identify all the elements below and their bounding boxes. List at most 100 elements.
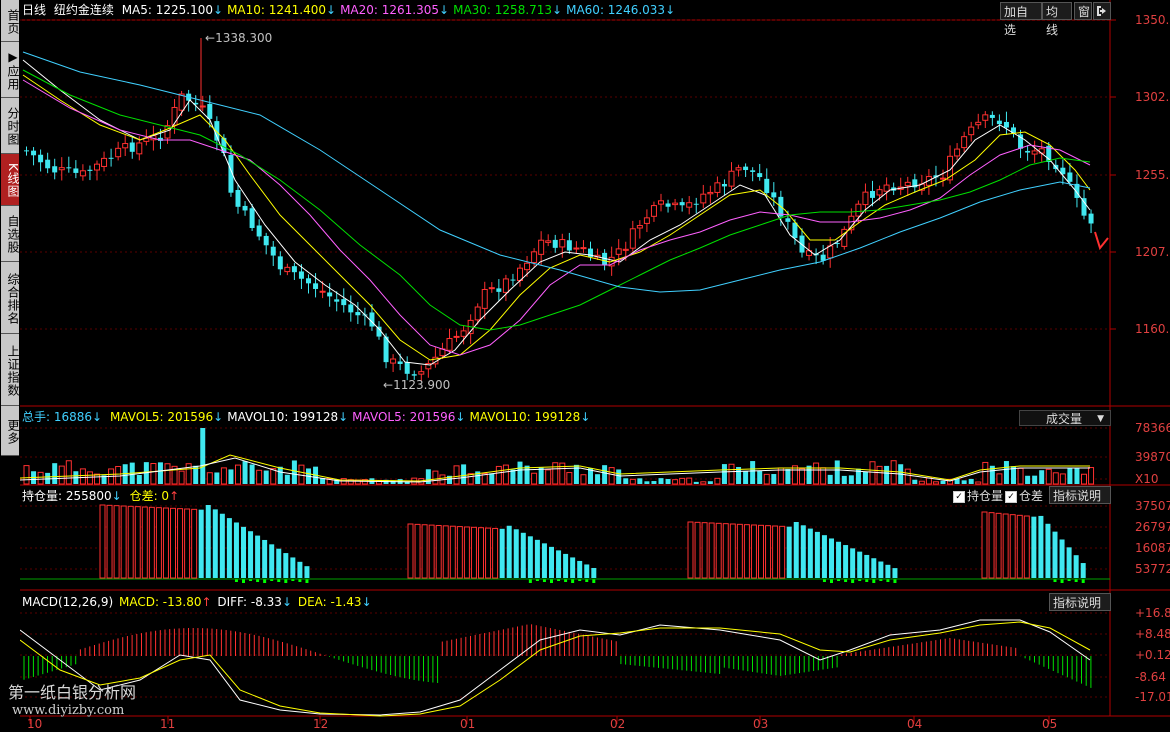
last-bar-arrow-icon bbox=[1094, 231, 1109, 251]
oi-bar bbox=[885, 564, 891, 578]
ma-legend-item: MA10: 1241.400 bbox=[227, 3, 327, 17]
axis-label: -17.01 bbox=[1135, 690, 1170, 704]
volume-bar bbox=[580, 474, 587, 485]
candle-body bbox=[510, 279, 516, 281]
oi-bar bbox=[485, 527, 492, 579]
sidebar-tab-5[interactable]: 综合排名 bbox=[1, 262, 20, 334]
oi-bar bbox=[141, 506, 148, 579]
oi-bar bbox=[290, 557, 296, 578]
oi-bar bbox=[113, 505, 120, 579]
candle-body bbox=[636, 225, 643, 229]
candle-body bbox=[319, 290, 326, 293]
oi-bar bbox=[520, 532, 526, 578]
volume-bar bbox=[707, 481, 713, 484]
oi-bar bbox=[276, 548, 282, 578]
candle-body bbox=[270, 246, 276, 256]
volume-bar bbox=[728, 463, 735, 485]
oi-bar bbox=[701, 522, 708, 579]
volume-bar bbox=[876, 465, 883, 485]
candle-body bbox=[73, 168, 79, 173]
oi-diff-bar bbox=[242, 579, 245, 583]
kline-chart[interactable]: 日线 纽约金连续 MA5: 1225.100↓ MA10: 1241.400↓ MA… bbox=[8, 0, 1170, 732]
volume-bar bbox=[538, 467, 544, 484]
candle-body bbox=[235, 190, 241, 207]
candle-body bbox=[728, 170, 735, 187]
window-button[interactable]: 窗 bbox=[1074, 2, 1092, 20]
macd-explain-button[interactable]: 指标说明 bbox=[1049, 593, 1111, 611]
oi-bar bbox=[513, 529, 519, 578]
moving-average-button[interactable]: 均线 bbox=[1042, 2, 1072, 37]
date-axis-label: 02 bbox=[610, 717, 626, 731]
volume-title: 总手: 16886 bbox=[22, 410, 93, 424]
volume-bar bbox=[136, 475, 142, 484]
candle-body bbox=[348, 304, 354, 313]
oi-bar bbox=[715, 522, 722, 579]
sidebar-tab-6[interactable]: 上证指数 bbox=[1, 334, 20, 406]
sidebar-tab-4[interactable]: 自选股 bbox=[1, 206, 20, 262]
volume-bar bbox=[228, 469, 234, 484]
volume-header: 总手: 16886↓ MAVOL5: 201596↓ MAVOL10: 19912… bbox=[22, 410, 591, 424]
volume-bar bbox=[869, 461, 876, 485]
candle-body bbox=[207, 103, 213, 119]
oi-bar bbox=[1045, 523, 1051, 578]
volume-bar bbox=[150, 463, 157, 485]
volume-bar bbox=[1017, 467, 1024, 485]
candle-body bbox=[954, 148, 961, 157]
volume-bar bbox=[94, 473, 100, 485]
vol-arrow-icon: ↓ bbox=[580, 410, 591, 424]
oi-diff: 仓差: 0 bbox=[129, 489, 170, 503]
oi-bar bbox=[541, 543, 547, 578]
candle-body bbox=[52, 166, 58, 173]
indicator-dropdown[interactable]: 成交量 ▼ bbox=[1019, 410, 1111, 426]
candle-body bbox=[390, 358, 397, 364]
candle-body bbox=[862, 191, 869, 206]
volume-bar bbox=[693, 481, 699, 484]
sidebar-tab-3[interactable]: K线图 bbox=[1, 154, 20, 206]
candle-body bbox=[650, 205, 657, 217]
candle-body bbox=[136, 142, 143, 155]
oi-diff-bar bbox=[1081, 579, 1085, 583]
volume-bar bbox=[220, 467, 227, 485]
candle-body bbox=[566, 240, 572, 251]
oi-bar bbox=[435, 524, 442, 579]
oi-checkbox[interactable]: ✓ 持仓量 bbox=[953, 488, 1003, 504]
sidebar-tab-7[interactable]: 更多 bbox=[1, 406, 20, 456]
oi-explain-button[interactable]: 指标说明 bbox=[1049, 486, 1111, 504]
candle-body bbox=[291, 266, 297, 273]
oi-bar bbox=[148, 506, 155, 579]
volume-bar bbox=[115, 465, 122, 485]
candle-body bbox=[622, 248, 629, 251]
volume-bar bbox=[884, 465, 890, 484]
date-axis-label: 05 bbox=[1042, 717, 1058, 731]
volume-bar bbox=[996, 473, 1003, 485]
vol-legend-item: MAVOL10: 199128 bbox=[469, 410, 581, 424]
sidebar-tab-0[interactable]: 首页 bbox=[1, 0, 20, 42]
volume-bar bbox=[461, 464, 467, 484]
oi-bar bbox=[850, 548, 856, 578]
oi-header: 持仓量: 255800↓ 仓差: 0↑ bbox=[22, 489, 180, 503]
volume-bar bbox=[834, 460, 840, 484]
oi-bar bbox=[120, 505, 127, 579]
oi-bar bbox=[743, 524, 750, 579]
candle-body bbox=[968, 126, 975, 136]
diff-checkbox[interactable]: ✓ 仓差 bbox=[1005, 488, 1043, 504]
add-watchlist-button[interactable]: 加自选 bbox=[1000, 2, 1042, 37]
volume-bar bbox=[623, 478, 629, 484]
axis-label: 1160.003 bbox=[1135, 322, 1170, 336]
oi-bar bbox=[456, 526, 463, 579]
volume-bar bbox=[214, 472, 220, 484]
diff-checkbox-label: 仓差 bbox=[1019, 489, 1044, 503]
exit-icon[interactable] bbox=[1093, 2, 1111, 20]
candle-body bbox=[58, 167, 65, 171]
chart-canvas[interactable] bbox=[20, 0, 1170, 732]
oi-bar bbox=[821, 535, 827, 578]
axis-label: 1255.415 bbox=[1135, 168, 1170, 182]
candle-body bbox=[502, 278, 509, 293]
sidebar-tab-1[interactable]: ▶应用 bbox=[1, 42, 20, 98]
volume-bar bbox=[235, 464, 241, 485]
candle-body bbox=[474, 306, 481, 321]
candle-body bbox=[418, 371, 425, 375]
sidebar-tab-2[interactable]: 分时图 bbox=[1, 98, 20, 154]
oi-bar bbox=[1052, 531, 1058, 578]
oi-diff-bar bbox=[550, 579, 553, 583]
